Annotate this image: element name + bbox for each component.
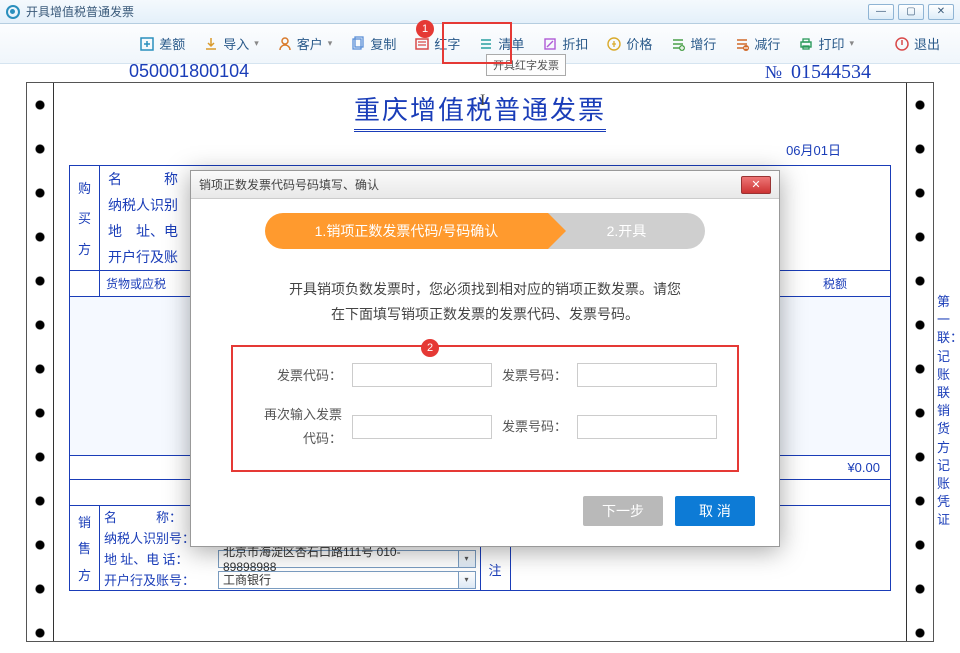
del-row-label: 减行 <box>754 34 780 53</box>
exit-icon <box>894 36 910 52</box>
copy-label: 复制 <box>370 34 396 53</box>
invoice-num-label: 发票号码： <box>502 364 567 387</box>
cancel-button[interactable]: 取 消 <box>675 496 755 526</box>
seller-bank-dropdown[interactable]: ▾ <box>458 571 476 589</box>
invoice-num-input[interactable] <box>577 363 717 387</box>
invoice-code-input[interactable] <box>352 363 492 387</box>
copy-icon <box>350 36 366 52</box>
app-icon <box>6 5 20 19</box>
list-icon <box>478 36 494 52</box>
discount-button[interactable]: 折扣 <box>534 30 596 57</box>
red-icon <box>414 36 430 52</box>
window-maximize-button[interactable]: ▢ <box>898 4 924 20</box>
sum-value: ¥0.00 <box>780 460 890 475</box>
tax-column-header: 税额 <box>780 271 890 296</box>
add-row-icon <box>670 36 686 52</box>
exit-label: 退出 <box>914 34 940 53</box>
buyer-name-label: 名 称 <box>108 173 178 188</box>
next-button[interactable]: 下一步 <box>583 496 663 526</box>
invoice-code-label: 发票代码： <box>253 364 342 387</box>
red-invoice-dialog: 销项正数发票代码号码填写、确认 ✕ 1.销项正数发票代码/号码确认 2.开具 开… <box>190 170 780 547</box>
invoice-code2-input[interactable] <box>352 415 492 439</box>
add-row-label: 增行 <box>690 34 716 53</box>
import-button[interactable]: 导入▾ <box>195 30 267 57</box>
list-label: 清单 <box>498 34 524 53</box>
seller-bank-label: 开户行及账号： <box>104 570 214 589</box>
dialog-hint-line2: 在下面填写销项正数发票的发票代码、发票号码。 <box>231 302 739 327</box>
print-label: 打印 <box>818 34 844 53</box>
seller-addr-label: 地 址、电 话： <box>104 549 214 568</box>
window-title: 开具增值税普通发票 <box>26 3 868 20</box>
dialog-close-button[interactable]: ✕ <box>741 176 771 194</box>
import-icon <box>203 36 219 52</box>
exit-button[interactable]: 退出 <box>886 30 948 57</box>
dialog-hint-line1: 开具销项负数发票时，您必须找到相对应的销项正数发票。请您 <box>231 277 739 302</box>
discount-icon <box>542 36 558 52</box>
diff-icon <box>139 36 155 52</box>
price-label: 价格 <box>626 34 652 53</box>
red-button-tooltip: 开具红字发票 <box>486 54 566 76</box>
invoice-no-prefix: № <box>765 64 782 82</box>
del-row-button[interactable]: 减行 <box>726 30 788 57</box>
text-cursor-icon: I <box>480 92 485 110</box>
annotation-badge-1: 1 <box>416 20 434 38</box>
window-close-button[interactable]: ✕ <box>928 4 954 20</box>
dialog-title: 销项正数发票代码号码填写、确认 <box>199 176 741 193</box>
del-row-icon <box>734 36 750 52</box>
seller-addr-dropdown[interactable]: ▾ <box>458 550 476 568</box>
price-icon <box>606 36 622 52</box>
diff-label: 差额 <box>159 34 185 53</box>
seller-addr-input[interactable]: 北京市海淀区杏石口路111号 010-89898988 <box>218 550 458 568</box>
annotation-badge-2: 2 <box>421 339 439 357</box>
red-button[interactable]: 红字 <box>406 30 468 57</box>
import-label: 导入 <box>223 34 249 53</box>
window-titlebar: 开具增值税普通发票 — ▢ ✕ <box>0 0 960 24</box>
customer-button[interactable]: 客户▾ <box>269 30 341 57</box>
buyer-taxid-label: 纳税人识别 <box>108 199 178 214</box>
invoice-num2-input[interactable] <box>577 415 717 439</box>
list-button[interactable]: 清单 <box>470 30 532 57</box>
seller-bank-input[interactable]: 工商银行 <box>218 571 458 589</box>
step-2-inactive: 2.开具 <box>548 213 705 249</box>
diff-button[interactable]: 差额 <box>131 30 193 57</box>
invoice-number: 01544534 <box>791 64 871 83</box>
copy-button[interactable]: 复制 <box>342 30 404 57</box>
window-minimize-button[interactable]: — <box>868 4 894 20</box>
customer-label: 客户 <box>297 34 323 53</box>
buyer-section-label: 购买方 <box>70 166 100 270</box>
print-icon <box>798 36 814 52</box>
red-label: 红字 <box>434 34 460 53</box>
customer-icon <box>277 36 293 52</box>
buyer-addr-label: 地 址、电 <box>108 225 178 240</box>
invoice-num2-label: 发票号码： <box>502 415 567 438</box>
step-1-active: 1.销项正数发票代码/号码确认 <box>265 213 548 249</box>
invoice-code: 050001800104 <box>129 64 249 84</box>
add-row-button[interactable]: 增行 <box>662 30 724 57</box>
invoice-code2-label: 再次输入发票代码： <box>253 403 342 450</box>
invoice-date: 06月01日 <box>786 143 841 158</box>
print-button[interactable]: 打印▾ <box>790 30 862 57</box>
seller-section-label: 销售方 <box>70 506 100 590</box>
discount-label: 折扣 <box>562 34 588 53</box>
annotation-box-2: 发票代码： 发票号码： 再次输入发票代码： 发票号码： <box>231 345 739 472</box>
main-toolbar: 差额 导入▾ 客户▾ 复制 红字 清单 折扣 价格 增行 减行 打印▾ <box>0 24 960 64</box>
copy-description: 第一联：记账联 销货方记账凭证 <box>937 293 953 529</box>
buyer-bank-label: 开户行及账 <box>108 251 178 266</box>
price-button[interactable]: 价格 <box>598 30 660 57</box>
